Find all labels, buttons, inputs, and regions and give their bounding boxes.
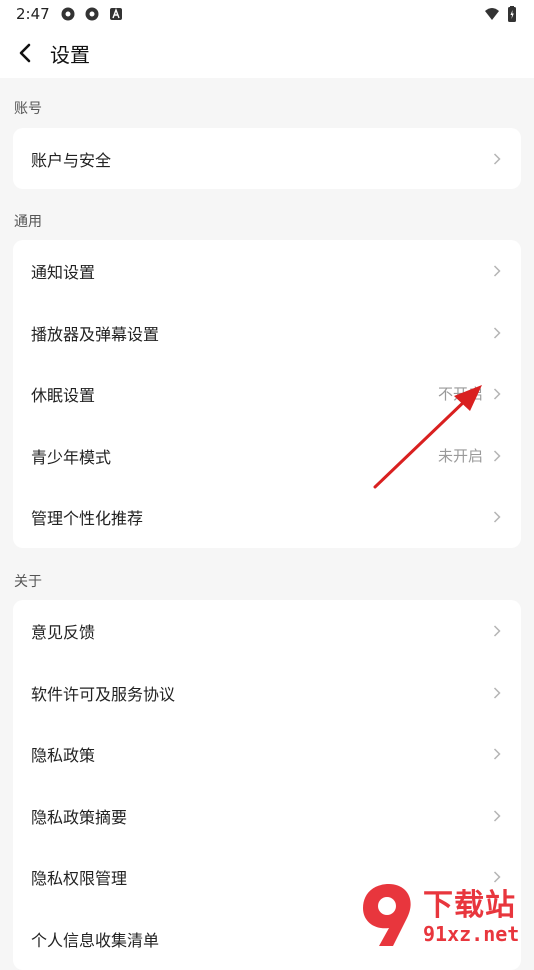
row-label: 意见反馈 [31,623,96,642]
row-label: 休眠设置 [31,386,96,406]
row-label: 个人信息收集清单 [31,930,160,950]
section-label-general: 通用 [14,214,42,230]
settings-row-privacy-summary[interactable]: 隐私政策摘要 [13,785,521,847]
row-label: 通知设置 [31,263,96,282]
row-label: 账户与安全 [31,151,112,170]
chevron-right-icon [493,748,501,760]
notification-gear-icon [61,7,75,21]
row-label: 青少年模式 [31,447,112,467]
chevron-right-icon [493,625,501,637]
settings-row-player-danmaku[interactable]: 播放器及弹幕设置 [13,302,521,364]
section-label-account: 账号 [14,101,42,117]
watermark-brand: 下载站 [423,888,516,923]
row-label: 隐私权限管理 [31,869,128,889]
row-label: 隐私政策摘要 [31,807,128,827]
card-general: 通知设置 播放器及弹幕设置 休眠设置 不开启 青少年模式 未开启 管理个性化推荐 [13,240,521,548]
settings-row-privacy-policy[interactable]: 隐私政策 [13,723,521,785]
watermark-domain: 91xz.net [423,922,520,946]
status-time: 2:47 [16,5,50,23]
notification-a-icon [110,8,122,20]
chevron-right-icon [493,450,501,462]
page-title: 设置 [50,43,90,67]
row-label: 播放器及弹幕设置 [31,324,160,344]
notification-gear-icon [85,7,99,21]
settings-row-feedback[interactable]: 意见反馈 [13,600,521,662]
settings-row-notification[interactable]: 通知设置 [13,240,521,302]
watermark: 下载站 91xz.net [359,880,534,950]
chevron-right-icon [493,265,501,277]
chevron-right-icon [493,511,501,523]
back-arrow-icon[interactable] [10,38,40,68]
watermark-logo-icon [363,884,411,946]
row-label: 管理个性化推荐 [31,509,144,529]
row-value: 未开启 [437,446,483,465]
chevron-right-icon [493,687,501,699]
row-value: 不开启 [437,385,483,404]
card-account: 账户与安全 [13,128,521,189]
chevron-right-icon [493,810,501,822]
settings-row-sleep[interactable]: 休眠设置 不开启 [13,363,521,425]
section-label-about: 关于 [14,574,42,590]
row-label: 软件许可及服务协议 [31,684,176,704]
row-label: 隐私政策 [31,746,96,766]
settings-row-account-security[interactable]: 账户与安全 [13,128,521,190]
settings-row-license-agreement[interactable]: 软件许可及服务协议 [13,662,521,724]
wifi-icon [485,8,499,20]
status-bar: 2:47 [0,0,534,28]
chevron-right-icon [493,388,501,400]
settings-row-teen-mode[interactable]: 青少年模式 未开启 [13,425,521,487]
battery-icon [508,6,516,22]
chevron-right-icon [493,153,501,165]
settings-row-personalized-recommendations[interactable]: 管理个性化推荐 [13,486,521,548]
top-app-bar: 设置 [0,28,534,78]
chevron-right-icon [493,327,501,339]
